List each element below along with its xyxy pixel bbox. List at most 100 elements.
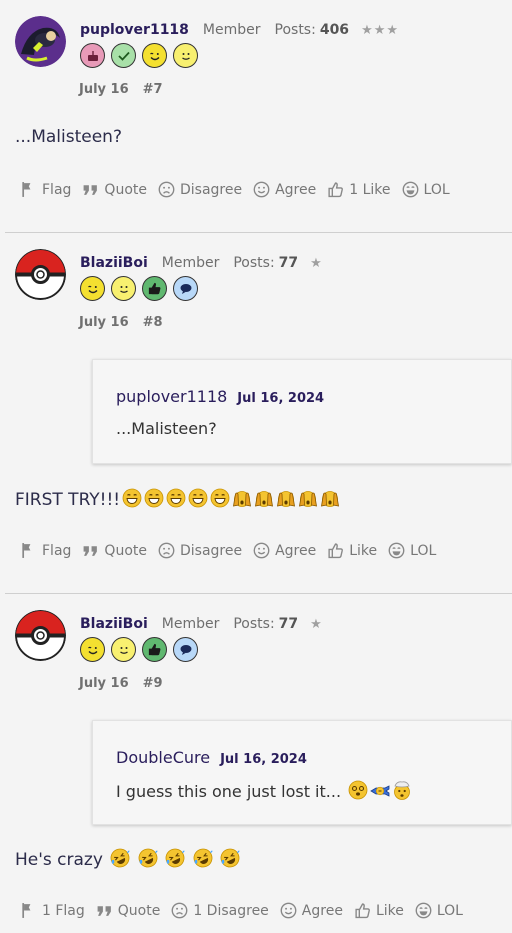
rofl-emoji-icon <box>220 848 240 868</box>
user-meta: BlaziiBoi Member Posts: 77 ★ <box>80 616 323 632</box>
post-actions: Flag Quote Disagree Agree 1 Like LOL <box>20 181 461 198</box>
smile-face-icon <box>253 542 270 559</box>
posts-count: 77 <box>278 255 299 271</box>
username[interactable]: BlaziiBoi <box>80 616 148 632</box>
thumbs-up-badge-icon[interactable] <box>142 276 167 301</box>
lol-button[interactable]: LOL <box>415 902 463 919</box>
quote-text: ...Malisteen? <box>116 419 217 438</box>
lol-button[interactable]: LOL <box>402 181 450 198</box>
posts-count: 406 <box>319 22 350 38</box>
speech-bubble-badge-icon[interactable] <box>173 637 198 662</box>
post-number[interactable]: #7 <box>143 82 163 97</box>
post-info: July 16 #8 <box>79 315 163 330</box>
rank-stars: ★ <box>310 256 323 271</box>
sad-face-icon <box>158 181 175 198</box>
quote-date[interactable]: Jul 16, 2024 <box>220 752 307 767</box>
grinning-emoji-icon <box>122 488 142 508</box>
laugh-face-icon <box>415 902 432 919</box>
smile-badge-icon[interactable] <box>111 637 136 662</box>
post-message: ...Malisteen? <box>15 127 122 147</box>
quote-block: DoubleCure Jul 16, 2024 I guess this one… <box>92 720 512 825</box>
agree-button[interactable]: Agree <box>280 902 343 919</box>
flag-button[interactable]: 1 Flag <box>20 902 85 919</box>
user-meta: puplover1118 Member Posts: 406 ★★★ <box>80 22 399 38</box>
dizzy-face-emoji-icon <box>348 780 368 800</box>
sad-face-icon <box>171 902 188 919</box>
post-number[interactable]: #8 <box>143 315 163 330</box>
quote-author[interactable]: DoubleCure <box>116 748 210 767</box>
flag-button[interactable]: Flag <box>20 542 71 559</box>
thumbs-up-badge-icon[interactable] <box>142 637 167 662</box>
thumbs-up-icon <box>327 181 344 198</box>
quote-icon <box>82 542 99 559</box>
rofl-emoji-icon <box>165 848 185 868</box>
post-number[interactable]: #9 <box>143 676 163 691</box>
quote-date[interactable]: Jul 16, 2024 <box>237 391 324 406</box>
rank-stars: ★ <box>310 617 323 632</box>
posts-label: Posts: <box>233 616 275 632</box>
agree-button[interactable]: Agree <box>253 542 316 559</box>
post-date[interactable]: July 16 <box>79 82 129 97</box>
disagree-button[interactable]: 1 Disagree <box>171 902 269 919</box>
agree-button[interactable]: Agree <box>253 181 316 198</box>
grinning-emoji-icon <box>188 488 208 508</box>
disagree-button[interactable]: Disagree <box>158 542 242 559</box>
quote-icon <box>96 902 113 919</box>
smile-badge-icon[interactable] <box>111 276 136 301</box>
wink-badge-icon[interactable] <box>80 637 105 662</box>
quote-block: puplover1118 Jul 16, 2024 ...Malisteen? <box>92 359 512 464</box>
flag-button[interactable]: Flag <box>20 181 71 198</box>
post-info: July 16 #9 <box>79 676 163 691</box>
hands-over-face-emoji-icon <box>298 488 318 508</box>
post-8: BlaziiBoi Member Posts: 77 ★ July 16 #8 p… <box>0 233 512 593</box>
check-badge-icon[interactable] <box>111 43 136 68</box>
avatar[interactable] <box>15 610 66 661</box>
disagree-button[interactable]: Disagree <box>158 181 242 198</box>
cake-badge-icon[interactable] <box>80 43 105 68</box>
username[interactable]: BlaziiBoi <box>80 255 148 271</box>
laugh-face-icon <box>388 542 405 559</box>
quote-button[interactable]: Quote <box>82 181 147 198</box>
quote-button[interactable]: Quote <box>96 902 160 919</box>
rofl-emoji-icon <box>110 848 130 868</box>
hands-over-face-emoji-icon <box>232 488 252 508</box>
wink-badge-icon[interactable] <box>80 276 105 301</box>
like-button[interactable]: Like <box>327 542 377 559</box>
avatar[interactable] <box>15 16 66 67</box>
quote-button[interactable]: Quote <box>82 542 147 559</box>
quote-icon <box>82 181 99 198</box>
wink-badge-icon[interactable] <box>142 43 167 68</box>
hands-over-face-emoji-icon <box>276 488 296 508</box>
badge-row <box>80 43 198 68</box>
flying-saucer-emoji-icon <box>370 780 390 800</box>
lol-button[interactable]: LOL <box>388 542 436 559</box>
smile-face-icon <box>253 181 270 198</box>
smile-face-icon <box>280 902 297 919</box>
like-button[interactable]: 1 Like <box>327 181 391 198</box>
user-role: Member <box>161 255 220 271</box>
laugh-face-icon <box>402 181 419 198</box>
badge-row <box>80 276 198 301</box>
smile-badge-icon[interactable] <box>173 43 198 68</box>
grinning-emoji-icon <box>210 488 230 508</box>
avatar[interactable] <box>15 249 66 300</box>
rofl-emoji-icon <box>138 848 158 868</box>
quote-header: DoubleCure Jul 16, 2024 <box>116 748 307 767</box>
exploding-head-emoji-icon <box>392 780 412 800</box>
speech-bubble-badge-icon[interactable] <box>173 276 198 301</box>
post-date[interactable]: July 16 <box>79 676 129 691</box>
quote-author[interactable]: puplover1118 <box>116 387 227 406</box>
quote-text: I guess this one just lost it... <box>116 780 412 801</box>
posts-count: 77 <box>278 616 299 632</box>
user-role: Member <box>161 616 220 632</box>
hands-over-face-emoji-icon <box>254 488 274 508</box>
user-role: Member <box>202 22 261 38</box>
username[interactable]: puplover1118 <box>80 22 189 38</box>
posts-label: Posts: <box>274 22 316 38</box>
post-date[interactable]: July 16 <box>79 315 129 330</box>
quote-header: puplover1118 Jul 16, 2024 <box>116 387 324 406</box>
flag-icon <box>20 542 37 559</box>
posts-label: Posts: <box>233 255 275 271</box>
like-button[interactable]: Like <box>354 902 404 919</box>
grinning-emoji-icon <box>166 488 186 508</box>
